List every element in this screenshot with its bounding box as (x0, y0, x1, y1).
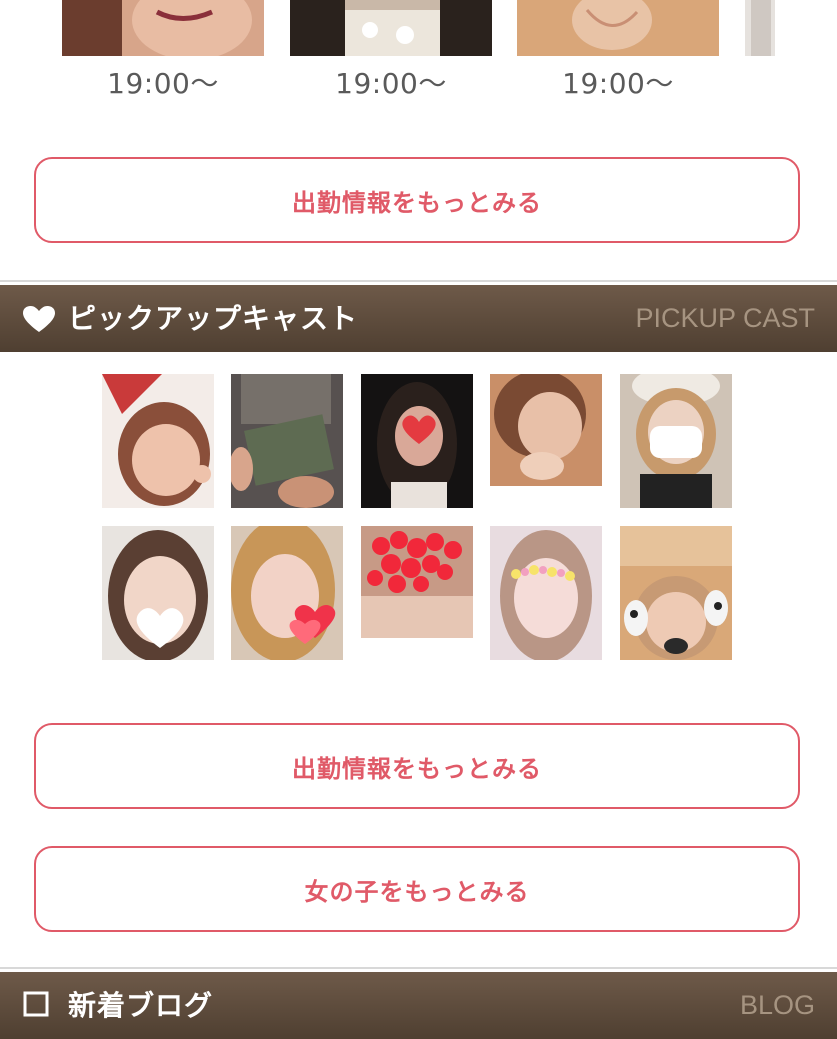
schedule-time: 19:00〜 (107, 67, 219, 100)
schedule-more-button[interactable]: 出勤情報をもっとみる (34, 723, 800, 809)
section-subtitle: PICKUP CAST (635, 303, 815, 333)
cast-thumbnail[interactable] (620, 374, 732, 508)
schedule-time: 19:00〜 (335, 67, 447, 100)
cast-thumbnail[interactable] (620, 526, 732, 660)
cast-photo[interactable] (62, 0, 264, 56)
cast-photo[interactable] (745, 0, 775, 56)
square-icon (22, 990, 50, 1022)
schedule-time: 19:00〜 (562, 67, 674, 100)
heart-icon (22, 305, 56, 337)
section-subtitle: BLOG (739, 990, 815, 1020)
cast-thumbnail[interactable] (490, 526, 602, 660)
cast-thumbnail[interactable] (231, 526, 343, 660)
cast-thumbnail[interactable] (102, 526, 214, 660)
divider (0, 967, 837, 969)
section-title: ピックアップキャスト (68, 302, 359, 335)
blog-header: 新着ブログ BLOG (0, 972, 837, 1039)
girls-more-button[interactable]: 女の子をもっとみる (34, 846, 800, 932)
cast-photo[interactable] (290, 0, 492, 56)
schedule-more-button[interactable]: 出勤情報をもっとみる (34, 157, 800, 243)
cast-thumbnail[interactable] (102, 374, 214, 508)
cast-thumbnail[interactable] (231, 374, 343, 508)
cast-thumbnail[interactable] (490, 374, 602, 486)
pickup-cast-header: ピックアップキャスト PICKUP CAST (0, 285, 837, 352)
cast-thumbnail[interactable] (361, 374, 473, 508)
section-title: 新着ブログ (68, 989, 214, 1022)
cast-photo[interactable] (517, 0, 719, 56)
divider (0, 280, 837, 282)
schedule-row: 19:00〜 19:00〜 19:00〜 (0, 0, 837, 110)
cast-thumbnail[interactable] (361, 526, 473, 638)
